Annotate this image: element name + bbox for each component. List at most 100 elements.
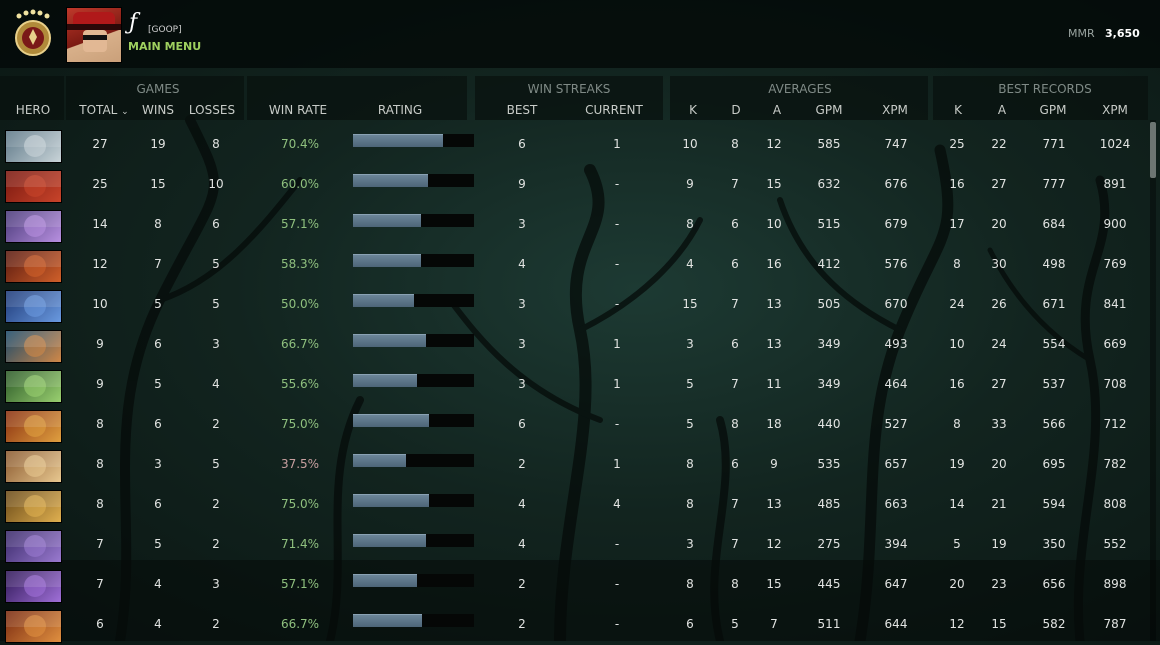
best-xpm-cell: 1024 (1099, 137, 1131, 151)
hero-portrait[interactable] (5, 130, 62, 163)
best-assists-cell: 15 (991, 617, 1007, 631)
hero-portrait[interactable] (5, 530, 62, 563)
rating-bar-fill (353, 494, 429, 507)
hero-portrait[interactable] (5, 410, 62, 443)
avg-xpm-cell: 647 (884, 577, 908, 591)
total-games-cell: 8 (96, 497, 104, 511)
wins-cell: 3 (154, 457, 162, 471)
hero-portrait[interactable] (5, 490, 62, 523)
col-avg-kills[interactable]: K (673, 103, 713, 117)
table-row[interactable]: 8 6 2 75.0% 4 4 8 7 13 485 663 14 21 594 808 (0, 484, 1148, 524)
hero-portrait[interactable] (5, 450, 62, 483)
win-rate-cell: 75.0% (280, 497, 320, 511)
current-streak-cell: 1 (613, 457, 621, 471)
avg-assists-cell: 18 (766, 417, 782, 431)
profile-header: ƒ [GOOP] MAIN MENU MMR 3,650 (0, 0, 1160, 68)
col-rating[interactable]: RATING (370, 103, 430, 117)
col-best-assists[interactable]: A (982, 103, 1022, 117)
col-avg-gpm[interactable]: GPM (806, 103, 852, 117)
losses-cell: 8 (212, 137, 220, 151)
avg-gpm-cell: 349 (817, 337, 841, 351)
best-streak-cell: 3 (518, 377, 526, 391)
table-row[interactable]: 8 3 5 37.5% 2 1 8 6 9 535 657 19 20 695 782 (0, 444, 1148, 484)
rank-medal-icon (11, 8, 55, 60)
best-xpm-cell: 769 (1103, 257, 1127, 271)
best-streak-cell: 4 (518, 257, 526, 271)
current-streak-cell: - (614, 417, 620, 431)
rating-bar-fill (353, 534, 426, 547)
main-menu-link[interactable]: MAIN MENU (128, 40, 201, 53)
table-row[interactable]: 7 4 3 57.1% 2-8 8 15 445 647 20 23 656 898 (0, 564, 1148, 604)
table-row[interactable]: 14 8 6 57.1% 3-8 6 10 515 679 17 20 684 900 (0, 204, 1148, 244)
best-assists-cell: 24 (991, 337, 1007, 351)
col-avg-deaths[interactable]: D (716, 103, 756, 117)
best-streak-cell: 2 (518, 457, 526, 471)
win-rate-cell: 70.4% (280, 137, 320, 151)
table-row[interactable]: 25 15 10 60.0% 9-9 7 15 632 676 16 27 777 891 (0, 164, 1148, 204)
rating-bar-fill (353, 414, 429, 427)
col-wins[interactable]: WINS (130, 103, 186, 117)
table-row[interactable]: 9 5 4 55.6% 3 1 5 7 11 349 464 16 27 537 708 (0, 364, 1148, 404)
mmr-label: MMR (1068, 27, 1095, 40)
best-xpm-cell: 669 (1103, 337, 1127, 351)
col-total[interactable]: TOTAL ⌄ (76, 103, 132, 117)
best-gpm-cell: 566 (1042, 417, 1066, 431)
col-avg-assists[interactable]: A (757, 103, 797, 117)
wins-cell: 5 (154, 537, 162, 551)
best-streak-cell: 3 (518, 337, 526, 351)
best-gpm-cell: 695 (1042, 457, 1066, 471)
table-row[interactable]: 6 4 2 66.7% 2-6 5 7 511 644 12 15 582 787 (0, 604, 1148, 644)
hero-portrait[interactable] (5, 330, 62, 363)
table-row[interactable]: 7 5 2 71.4% 4-3 7 12 275 394 5 19 350 552 (0, 524, 1148, 564)
wins-cell: 6 (154, 497, 162, 511)
table-row[interactable]: 10 5 5 50.0% 3-15 7 13 505 670 24 26 671 841 (0, 284, 1148, 324)
avg-assists-cell: 12 (766, 537, 782, 551)
group-averages: AVERAGES (768, 82, 832, 96)
total-games-cell: 10 (92, 297, 108, 311)
win-rate-cell: 57.1% (280, 217, 320, 231)
col-best-kills[interactable]: K (938, 103, 978, 117)
col-best-xpm[interactable]: XPM (1092, 103, 1138, 117)
col-hero[interactable]: HERO (8, 103, 58, 117)
best-assists-cell: 22 (991, 137, 1007, 151)
wins-cell: 7 (154, 257, 162, 271)
best-xpm-cell: 552 (1103, 537, 1127, 551)
scrollbar-track[interactable] (1150, 120, 1156, 641)
avg-xpm-cell: 493 (884, 337, 908, 351)
best-assists-cell: 27 (991, 177, 1007, 191)
table-row[interactable]: 8 6 2 75.0% 6-5 8 18 440 527 8 33 566 712 (0, 404, 1148, 444)
win-rate-cell: 37.5% (280, 457, 320, 471)
hero-portrait[interactable] (5, 610, 62, 643)
wins-cell: 6 (154, 417, 162, 431)
col-best-gpm[interactable]: GPM (1030, 103, 1076, 117)
total-games-cell: 8 (96, 457, 104, 471)
scrollbar-thumb[interactable] (1150, 122, 1156, 178)
hero-portrait[interactable] (5, 170, 62, 203)
wins-cell: 8 (154, 217, 162, 231)
rating-bar-fill (353, 134, 443, 147)
table-row[interactable]: 12 7 5 58.3% 4-4 6 16 412 576 8 30 498 769 (0, 244, 1148, 284)
col-best-streak[interactable]: BEST (492, 103, 552, 117)
hero-portrait[interactable] (5, 290, 62, 323)
win-rate-cell: 75.0% (280, 417, 320, 431)
player-name: ƒ (129, 10, 138, 35)
player-avatar[interactable] (66, 7, 122, 63)
hero-portrait[interactable] (5, 250, 62, 283)
table-row[interactable]: 27 19 8 70.4% 6 1 10 8 12 585 747 25 22 771 1024 (0, 124, 1148, 164)
avg-assists-cell: 13 (766, 337, 782, 351)
col-current-streak[interactable]: CURRENT (582, 103, 646, 117)
col-win-rate[interactable]: WIN RATE (262, 103, 334, 117)
hero-portrait[interactable] (5, 370, 62, 403)
table-row[interactable]: 9 6 3 66.7% 3 1 3 6 13 349 493 10 24 554 669 (0, 324, 1148, 364)
hero-portrait[interactable] (5, 570, 62, 603)
current-streak-cell: - (614, 577, 620, 591)
avg-xpm-cell: 676 (884, 177, 908, 191)
avg-gpm-cell: 505 (817, 297, 841, 311)
losses-cell: 5 (212, 257, 220, 271)
avg-assists-cell: 11 (766, 377, 782, 391)
win-rate-cell: 57.1% (280, 577, 320, 591)
col-losses[interactable]: LOSSES (184, 103, 240, 117)
col-avg-xpm[interactable]: XPM (872, 103, 918, 117)
hero-portrait[interactable] (5, 210, 62, 243)
avg-gpm-cell: 585 (817, 137, 841, 151)
